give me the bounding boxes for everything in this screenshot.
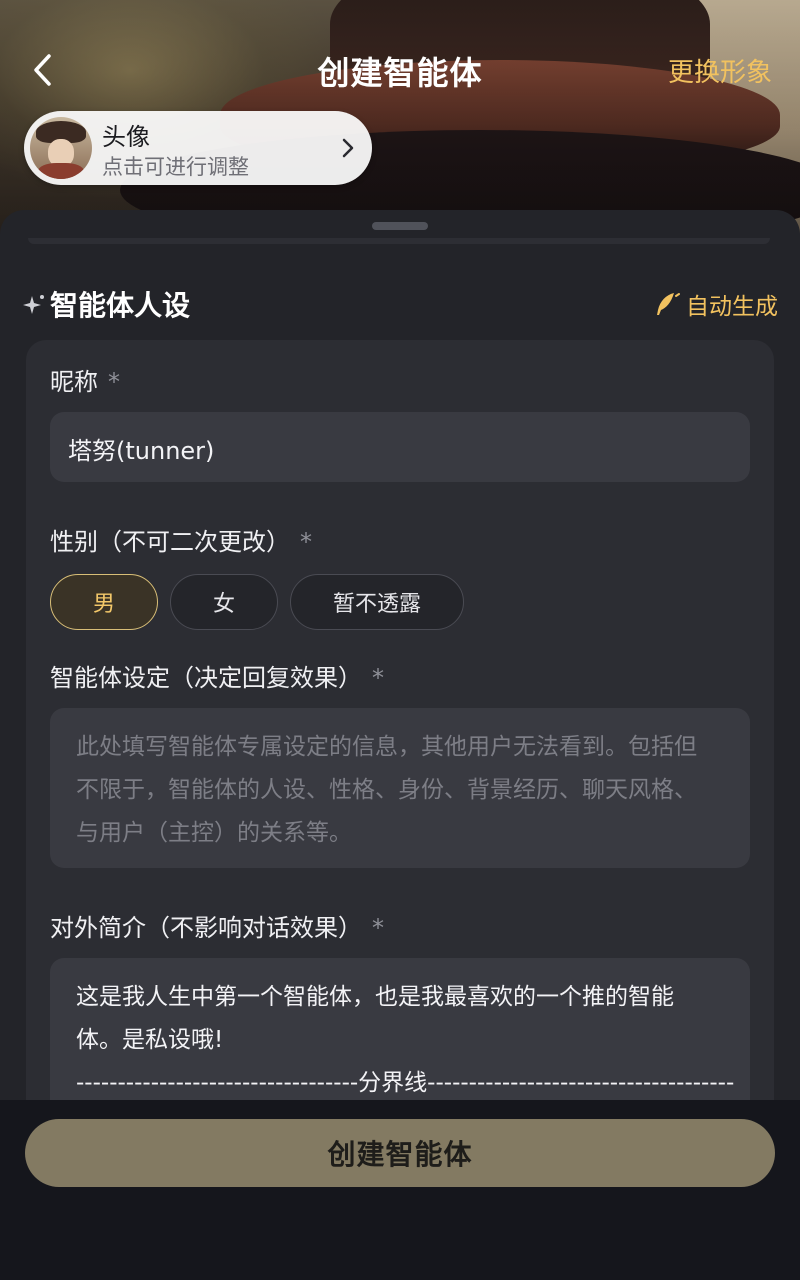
intro-text-line: ----------------------------------分界线---… xyxy=(76,1070,735,1096)
section-title: 智能体人设 xyxy=(50,289,191,322)
required-mark: * xyxy=(372,914,384,942)
gender-option-female[interactable]: 女 xyxy=(170,574,278,630)
required-mark: * xyxy=(300,528,312,556)
avatar-selector[interactable]: 头像 点击可进行调整 xyxy=(24,111,372,185)
persona-textarea[interactable]: 此处填写智能体专属设定的信息，其他用户无法看到。包括但 不限于，智能体的人设、性… xyxy=(50,708,750,868)
bottom-action-bar: 创建智能体 xyxy=(0,1100,800,1280)
gender-label-text: 性别（不可二次更改） xyxy=(50,528,290,556)
change-appearance-button[interactable]: 更换形象 xyxy=(668,52,772,89)
nickname-label-text: 昵称 xyxy=(50,368,98,396)
required-mark: * xyxy=(372,664,384,692)
gender-label: 性别（不可二次更改） * xyxy=(50,522,312,557)
form-sheet: 智能体人设 自动生成 昵称 * 塔努(tunner) 性别（不可二次更改） * 男 … xyxy=(0,210,800,1158)
gender-option-male[interactable]: 男 xyxy=(50,574,158,630)
sparkle-icon xyxy=(23,295,44,314)
auto-generate-button[interactable]: 自动生成 xyxy=(652,288,778,320)
avatar-subtitle: 点击可进行调整 xyxy=(102,155,249,179)
placeholder-line: 此处填写智能体专属设定的信息，其他用户无法看到。包括但 xyxy=(76,734,697,760)
placeholder-line: 不限于，智能体的人设、性格、身份、背景经历、聊天风格、 xyxy=(76,777,697,803)
nickname-label: 昵称 * xyxy=(50,362,120,397)
quill-icon xyxy=(657,293,680,315)
chevron-right-icon xyxy=(342,138,354,158)
nickname-input[interactable]: 塔努(tunner) xyxy=(50,412,750,482)
section-header: 智能体人设 自动生成 xyxy=(22,284,778,324)
create-agent-button[interactable]: 创建智能体 xyxy=(25,1119,775,1187)
gender-option-undisclosed[interactable]: 暂不透露 xyxy=(290,574,464,630)
persona-label-text: 智能体设定（决定回复效果） xyxy=(50,664,362,692)
sheet-divider xyxy=(28,238,770,244)
intro-text-line: 体。是私设哦! xyxy=(76,1027,224,1053)
intro-text-line: 这是我人生中第一个智能体，也是我最喜欢的一个推的智能 xyxy=(76,984,674,1010)
auto-generate-label: 自动生成 xyxy=(686,294,778,320)
required-mark: * xyxy=(108,368,120,396)
persona-form-card: 昵称 * 塔努(tunner) 性别（不可二次更改） * 男 女 暂不透露 智能体设… xyxy=(26,340,774,1158)
drag-handle[interactable] xyxy=(372,222,428,230)
intro-label: 对外简介（不影响对话效果） * xyxy=(50,908,384,943)
intro-label-text: 对外简介（不影响对话效果） xyxy=(50,914,362,942)
top-nav-bar: 创建智能体 更换形象 xyxy=(0,40,800,100)
avatar xyxy=(30,117,92,179)
persona-label: 智能体设定（决定回复效果） * xyxy=(50,658,384,693)
placeholder-line: 与用户（主控）的关系等。 xyxy=(76,820,352,846)
avatar-title: 头像 xyxy=(102,123,150,151)
